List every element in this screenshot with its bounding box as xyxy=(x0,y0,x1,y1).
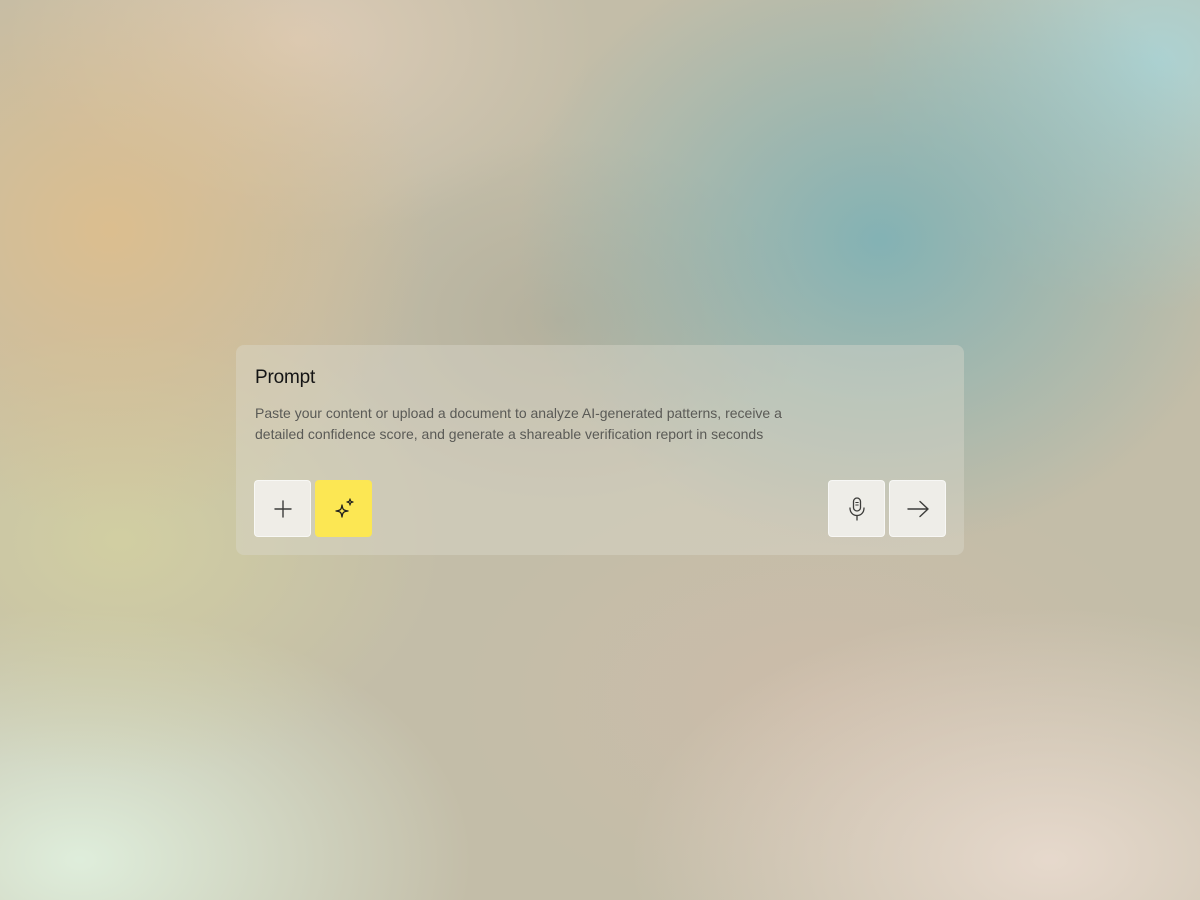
prompt-input[interactable]: Paste your content or upload a document … xyxy=(255,403,815,445)
prompt-title: Prompt xyxy=(255,367,316,388)
plus-icon xyxy=(273,499,292,518)
voice-input-button[interactable] xyxy=(828,480,885,537)
arrow-right-icon xyxy=(906,500,929,517)
sparkles-icon xyxy=(334,497,354,518)
enhance-prompt-button[interactable] xyxy=(315,480,372,537)
submit-button[interactable] xyxy=(889,480,946,537)
prompt-card: Prompt Paste your content or upload a do… xyxy=(236,345,964,555)
add-attachment-button[interactable] xyxy=(254,480,311,537)
microphone-icon xyxy=(848,496,865,521)
